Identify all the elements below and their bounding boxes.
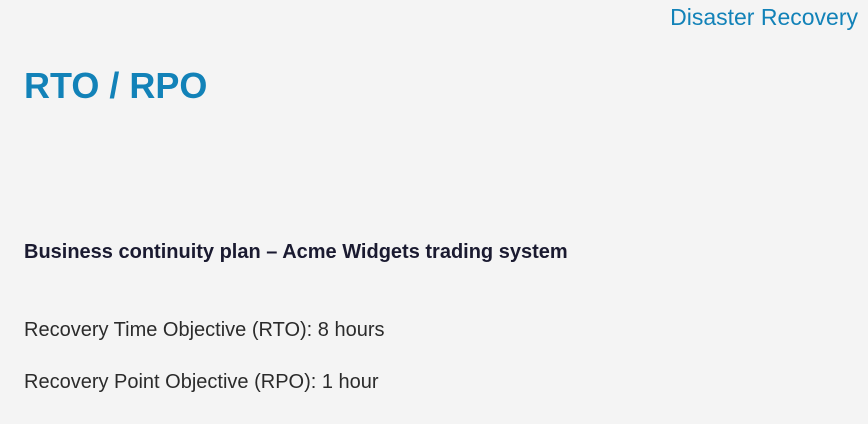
slide-title: RTO / RPO — [24, 65, 208, 106]
rpo-objective: Recovery Point Objective (RPO): 1 hour — [24, 371, 379, 393]
section-label: Disaster Recovery — [670, 4, 858, 30]
rto-objective: Recovery Time Objective (RTO): 8 hours — [24, 319, 385, 341]
plan-subheading: Business continuity plan – Acme Widgets … — [24, 241, 568, 263]
slide: Disaster Recovery RTO / RPO Business con… — [0, 0, 868, 424]
